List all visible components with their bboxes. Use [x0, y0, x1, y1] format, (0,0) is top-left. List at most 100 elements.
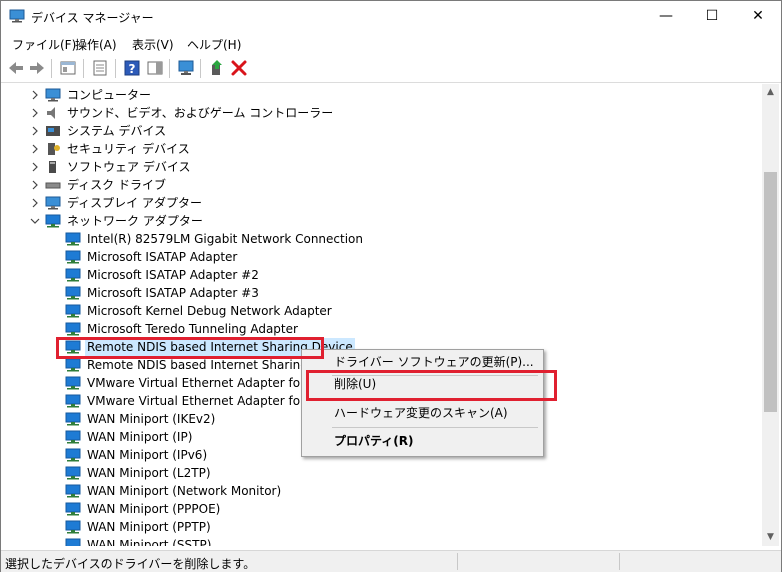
software-device-icon [49, 161, 56, 173]
speaker-icon [47, 107, 55, 119]
network-adapter-item[interactable]: Intel(R) 82579LM Gigabit Network Connect… [5, 230, 755, 248]
uninstall-x-icon[interactable] [230, 59, 248, 77]
update-driver-icon[interactable] [208, 59, 226, 77]
network-adapter-icon [65, 358, 81, 372]
vertical-scrollbar[interactable]: ▲ ▼ [762, 84, 779, 546]
network-adapter-label: WAN Miniport (PPTP) [87, 520, 211, 534]
network-adapter-icon [65, 340, 81, 354]
ctx-update-driver[interactable]: ドライバー ソフトウェアの更新(P)... [334, 351, 534, 373]
back-arrow-icon[interactable] [7, 59, 25, 77]
tree-category[interactable]: ディスク ドライブ [5, 176, 755, 194]
action-pane-icon[interactable] [146, 59, 164, 77]
toolbar-separator [169, 59, 170, 78]
title-bar[interactable]: デバイス マネージャー — ☐ ✕ [1, 1, 781, 32]
network-adapter-item[interactable]: WAN Miniport (PPPOE) [5, 500, 755, 518]
close-button[interactable]: ✕ [735, 1, 781, 32]
network-adapter-label: WAN Miniport (PPPOE) [87, 502, 221, 516]
security-key-icon [48, 143, 60, 155]
ctx-properties[interactable]: プロパティ(R) [334, 430, 414, 452]
tree-category[interactable]: コンピューター [5, 86, 755, 104]
network-adapter-label: WAN Miniport (IKEv2) [87, 412, 216, 426]
network-adapter-item[interactable]: Microsoft Teredo Tunneling Adapter [5, 320, 755, 338]
ctx-scan-hardware[interactable]: ハードウェア変更のスキャン(A) [334, 402, 508, 424]
chevron-right-icon[interactable] [29, 158, 41, 176]
network-adapter-label: Microsoft ISATAP Adapter [87, 250, 238, 264]
menu-file[interactable]: ファイル(F) [12, 36, 76, 53]
tree-category-label: セキュリティ デバイス [67, 142, 190, 156]
tree-category-label: ネットワーク アダプター [67, 214, 203, 228]
tree-category-label: ソフトウェア デバイス [67, 160, 191, 174]
network-adapter-label: Microsoft ISATAP Adapter #2 [87, 268, 259, 282]
network-adapter-label: Intel(R) 82579LM Gigabit Network Connect… [87, 232, 363, 246]
show-hide-tree-icon[interactable] [59, 59, 77, 77]
disk-drive-icon [45, 182, 61, 189]
network-adapter-icon [65, 412, 81, 426]
network-adapter-label: WAN Miniport (Network Monitor) [87, 484, 282, 498]
chevron-right-icon[interactable] [29, 122, 41, 140]
network-adapter-label: VMware Virtual Ethernet Adapter for VMı [87, 394, 331, 408]
chevron-right-icon[interactable] [29, 86, 41, 104]
toolbar: ? [1, 55, 781, 83]
toolbar-separator [115, 59, 116, 78]
network-adapter-item[interactable]: Microsoft ISATAP Adapter #3 [5, 284, 755, 302]
chevron-right-icon[interactable] [29, 176, 41, 194]
tree-category-label: サウンド、ビデオ、およびゲーム コントローラー [67, 106, 334, 120]
network-adapter-item[interactable]: Microsoft ISATAP Adapter #2 [5, 266, 755, 284]
tree-category[interactable]: セキュリティ デバイス [5, 140, 755, 158]
monitor-scan-icon[interactable] [177, 59, 195, 77]
menu-view[interactable]: 表示(V) [132, 36, 174, 53]
tree-category[interactable]: ネットワーク アダプター [5, 212, 755, 230]
network-adapter-label: WAN Miniport (L2TP) [87, 466, 211, 480]
tree-category[interactable]: ソフトウェア デバイス [5, 158, 755, 176]
help-icon[interactable]: ? [123, 59, 141, 77]
network-adapter-icon [45, 214, 61, 228]
menu-action[interactable]: 操作(A) [75, 36, 117, 53]
tree-category-label: ディスプレイ アダプター [67, 196, 202, 210]
maximize-button[interactable]: ☐ [689, 1, 735, 32]
network-adapter-icon [65, 268, 81, 282]
menu-help[interactable]: ヘルプ(H) [187, 36, 241, 53]
network-adapter-icon [65, 232, 81, 246]
network-adapter-icon [65, 466, 81, 480]
computer-icon [45, 88, 61, 102]
menu-bar: ファイル(F) 操作(A) 表示(V) ヘルプ(H) [1, 32, 781, 54]
properties-icon[interactable] [91, 59, 109, 77]
scroll-up-arrow-icon[interactable]: ▲ [762, 84, 779, 101]
network-adapter-item[interactable]: WAN Miniport (L2TP) [5, 464, 755, 482]
network-adapter-item[interactable]: WAN Miniport (SSTP) [5, 536, 755, 546]
network-adapter-label: WAN Miniport (IP) [87, 430, 193, 444]
status-bar: 選択したデバイスのドライバーを削除します。 [1, 550, 781, 572]
scroll-thumb[interactable] [764, 172, 777, 412]
svg-text:?: ? [129, 62, 136, 76]
minimize-button[interactable]: — [643, 1, 689, 32]
network-adapter-item[interactable]: Microsoft Kernel Debug Network Adapter [5, 302, 755, 320]
tree-category[interactable]: サウンド、ビデオ、およびゲーム コントローラー [5, 104, 755, 122]
network-adapter-item[interactable]: WAN Miniport (PPTP) [5, 518, 755, 536]
network-adapter-item[interactable]: WAN Miniport (Network Monitor) [5, 482, 755, 500]
network-adapter-icon [65, 376, 81, 390]
chevron-down-icon[interactable] [29, 212, 41, 230]
ctx-uninstall[interactable]: 削除(U) [334, 373, 376, 395]
tree-category-label: コンピューター [67, 88, 152, 102]
network-adapter-icon [65, 538, 81, 546]
network-adapter-icon [65, 502, 81, 516]
network-adapter-icon [65, 484, 81, 498]
device-manager-window: デバイス マネージャー — ☐ ✕ ファイル(F) 操作(A) 表示(V) ヘル… [0, 0, 782, 572]
forward-arrow-icon[interactable] [28, 59, 46, 77]
context-menu: ドライバー ソフトウェアの更新(P)... 削除(U) ハードウェア変更のスキャ… [301, 349, 544, 457]
network-adapter-label: WAN Miniport (IPv6) [87, 448, 208, 462]
network-adapter-item[interactable]: Microsoft ISATAP Adapter [5, 248, 755, 266]
chevron-right-icon[interactable] [29, 194, 41, 212]
tree-category[interactable]: ディスプレイ アダプター [5, 194, 755, 212]
network-adapter-icon [65, 448, 81, 462]
chevron-right-icon[interactable] [29, 104, 41, 122]
scroll-down-arrow-icon[interactable]: ▼ [762, 529, 779, 546]
chevron-right-icon[interactable] [29, 140, 41, 158]
tree-category[interactable]: システム デバイス [5, 122, 755, 140]
display-adapter-icon [45, 196, 61, 210]
device-tree[interactable]: コンピューターサウンド、ビデオ、およびゲーム コントローラーシステム デバイスセ… [5, 84, 762, 546]
network-adapter-label: VMware Virtual Ethernet Adapter for VMı [87, 376, 331, 390]
window-title: デバイス マネージャー [31, 11, 154, 25]
network-adapter-label: Microsoft ISATAP Adapter #3 [87, 286, 259, 300]
system-device-icon [46, 126, 60, 136]
